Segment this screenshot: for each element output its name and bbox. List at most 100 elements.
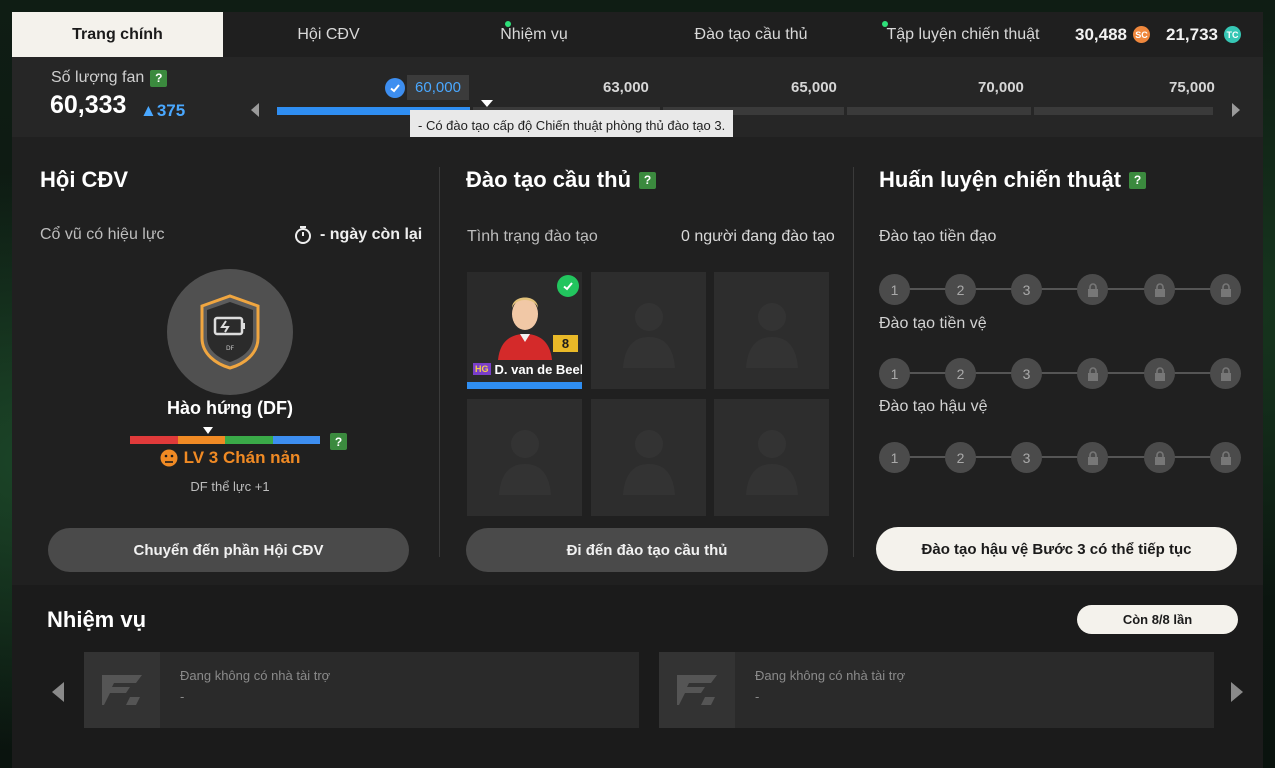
player-silhouette-icon (498, 430, 551, 495)
continue-defense-training-button[interactable]: Đào tạo hậu vệ Bước 3 có thể tiếp tục (876, 527, 1237, 571)
training-progress (467, 382, 582, 389)
tab-label: Đào tạo cầu thủ (694, 25, 808, 43)
tc-coin-icon: TC (1224, 26, 1241, 43)
top-tabs: Trang chính Hội CĐV Nhiệm vụ Đào tạo cầu… (12, 12, 1263, 57)
forward-training-steps: 1 2 3 (879, 274, 1242, 305)
effect-label: Cổ vũ có hiệu lực (40, 226, 165, 243)
forward-training-label: Đào tạo tiền đạo (879, 228, 997, 245)
go-to-player-training-button[interactable]: Đi đến đào tạo cầu thủ (466, 528, 828, 572)
divider (439, 167, 440, 557)
tab-tactics-training[interactable]: Tập luyện chiến thuật (868, 12, 1058, 57)
midfield-training-label: Đào tạo tiền vệ (879, 315, 987, 332)
training-count: 0 người đang đào tạo (681, 228, 835, 245)
milestone[interactable]: 65,000 (791, 79, 837, 96)
defense-training-steps: 1 2 3 (879, 442, 1242, 473)
mood-level-text: LV 3 Chán nản (183, 448, 301, 467)
main-panel: Hội CĐV Cổ vũ có hiệu lực - ngày còn lại… (12, 137, 1263, 585)
step-node[interactable]: 3 (1011, 358, 1042, 389)
player-silhouette-icon (622, 430, 675, 495)
step-node[interactable]: 1 (879, 442, 910, 473)
milestone[interactable]: 70,000 (978, 79, 1024, 96)
help-icon[interactable]: ? (1129, 171, 1147, 189)
step-node[interactable]: 1 (879, 274, 910, 305)
tab-home[interactable]: Trang chính (12, 12, 223, 57)
player-name: D. van de Beek (494, 361, 583, 377)
mood-scale (130, 436, 320, 444)
mood-segment (177, 436, 225, 444)
lock-icon (1077, 274, 1108, 305)
training-slot-empty[interactable] (591, 399, 706, 516)
player-portrait (497, 297, 552, 360)
player-name-row: HG D. van de Beek (467, 360, 582, 378)
lock-icon (1144, 442, 1175, 473)
tab-missions[interactable]: Nhiệm vụ (434, 12, 634, 57)
player-rating: 8 (553, 335, 578, 352)
step-node[interactable]: 3 (1011, 442, 1042, 473)
milestone-current[interactable]: 60,000 (407, 75, 469, 100)
fan-increase: ▲375 (140, 101, 186, 120)
step-node[interactable]: 1 (879, 358, 910, 389)
lock-icon (1077, 442, 1108, 473)
mission-text: Đang không có nhà tài trợ - (160, 652, 350, 728)
step-node[interactable]: 2 (945, 274, 976, 305)
tc-amount: 21,733 (1166, 24, 1218, 44)
defense-training-label: Đào tạo hậu vệ (879, 398, 988, 415)
mission-card[interactable]: Đang không có nhà tài trợ - (84, 652, 639, 728)
missions-section: Nhiệm vụ Còn 8/8 lần Đang không có nhà t… (12, 585, 1263, 768)
player-silhouette-icon (745, 303, 798, 368)
section-title: Hội CĐV (40, 167, 128, 192)
help-icon[interactable]: ? (639, 171, 657, 189)
fan-count: 60,333 (50, 91, 127, 119)
milestone-tooltip: - Có đào tạo cấp độ Chiến thuật phòng th… (410, 110, 734, 140)
sc-amount: 30,488 (1075, 24, 1127, 44)
lock-icon (1210, 358, 1241, 389)
mission-card[interactable]: Đang không có nhà tài trợ - (659, 652, 1214, 728)
lock-icon (1210, 274, 1241, 305)
go-to-supporters-button[interactable]: Chuyển đến phần Hội CĐV (48, 528, 409, 572)
chevron-left-icon[interactable] (52, 682, 64, 702)
mood-indicator (203, 427, 213, 434)
step-node[interactable]: 3 (1011, 274, 1042, 305)
season-tag: HG (473, 363, 491, 375)
cheer-badge[interactable]: DF (167, 269, 293, 395)
training-slot-empty[interactable] (467, 399, 582, 516)
chevron-right-icon[interactable] (1232, 103, 1240, 117)
tab-supporters[interactable]: Hội CĐV (223, 12, 434, 57)
training-slot-empty[interactable] (714, 272, 829, 389)
lock-icon (1144, 274, 1175, 305)
chevron-right-icon[interactable] (1231, 682, 1243, 702)
remaining-attempts-badge: Còn 8/8 lần (1077, 605, 1238, 634)
mood-name: Hào hứng (DF) (166, 398, 293, 418)
step-connector (894, 456, 1227, 458)
progress-segment (1033, 107, 1213, 115)
tab-label: Nhiệm vụ (500, 25, 568, 43)
training-status-label: Tình trạng đào tạo (467, 228, 598, 245)
tab-player-training[interactable]: Đào tạo cầu thủ (634, 12, 868, 57)
tactics-title: Huấn luyện chiến thuật ? (879, 167, 1147, 193)
milestone[interactable]: 75,000 (1169, 79, 1215, 96)
main-frame: Trang chính Hội CĐV Nhiệm vụ Đào tạo cầu… (12, 12, 1263, 768)
tab-label: Trang chính (72, 25, 163, 43)
step-node[interactable]: 2 (945, 358, 976, 389)
help-icon[interactable]: ? (150, 69, 168, 87)
sponsor-logo-icon (84, 652, 160, 728)
battery-shield-icon: DF (200, 294, 260, 370)
milestone[interactable]: 63,000 (603, 79, 649, 96)
chevron-left-icon[interactable] (251, 103, 259, 117)
section-title: Đào tạo cầu thủ (466, 167, 632, 192)
lock-icon (1210, 442, 1241, 473)
lock-icon (1077, 358, 1108, 389)
mood-level: LV 3 Chán nản (12, 448, 448, 468)
notification-dot (882, 21, 888, 27)
section-title: Huấn luyện chiến thuật (879, 167, 1122, 192)
sponsor-logo-icon (659, 652, 735, 728)
days-left-text: - ngày còn lại (320, 226, 423, 243)
mood-segment (225, 436, 273, 444)
mood-segment (272, 436, 320, 444)
training-slot-empty[interactable] (714, 399, 829, 516)
training-slot-empty[interactable] (591, 272, 706, 389)
stopwatch-icon (295, 226, 311, 244)
training-slot-player[interactable]: 8 HG D. van de Beek (467, 272, 582, 389)
step-node[interactable]: 2 (945, 442, 976, 473)
tab-label: Tập luyện chiến thuật (886, 25, 1040, 43)
